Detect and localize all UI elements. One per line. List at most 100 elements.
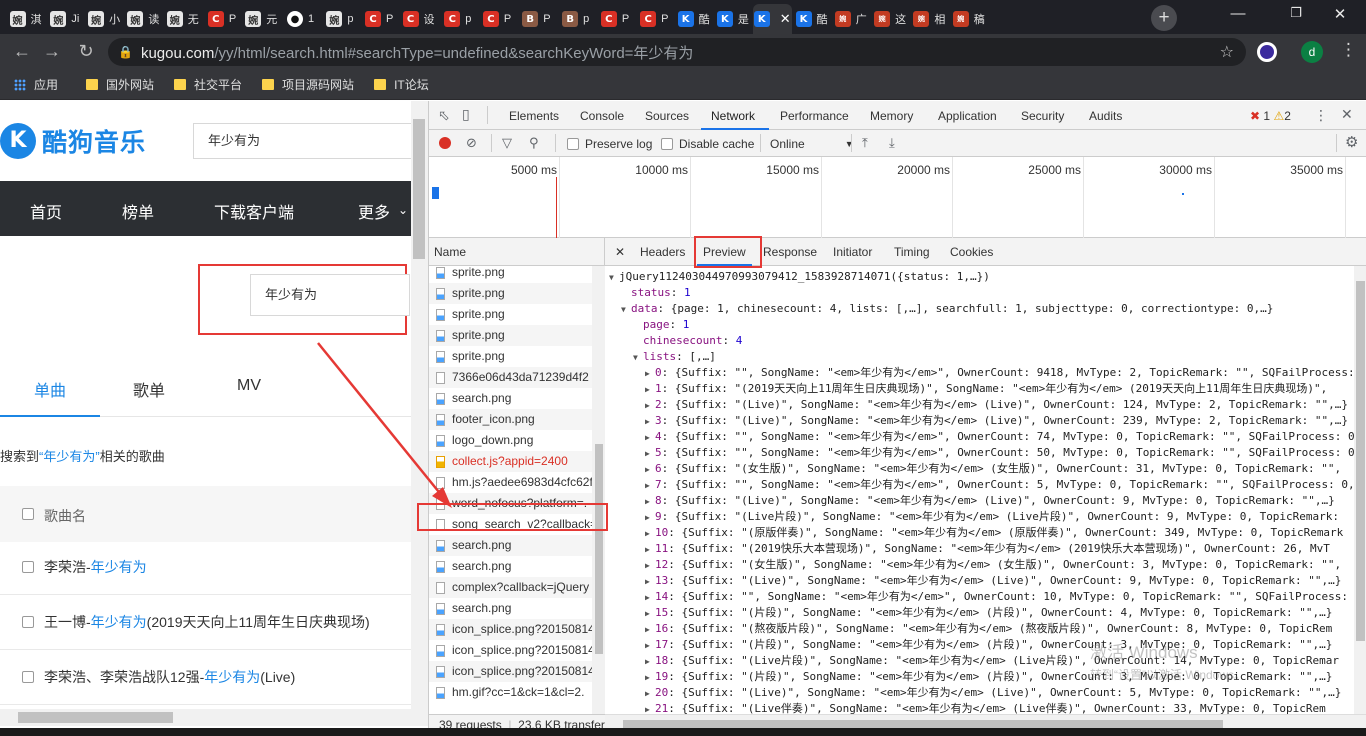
address-bar[interactable]: 🔒 kugou.com/yy/html/search.html#searchTy…	[108, 38, 1246, 66]
profile-avatar[interactable]: d	[1301, 41, 1323, 63]
browser-tab[interactable]: K酷	[792, 4, 831, 34]
song-checkbox[interactable]	[22, 616, 34, 628]
request-row[interactable]: hm.js?aedee6983d4cfc62f	[429, 472, 592, 493]
request-row[interactable]: search.png	[429, 535, 592, 556]
browser-tab[interactable]: CP	[478, 4, 517, 34]
request-row[interactable]: search.png	[429, 556, 592, 577]
bookmark-folder[interactable]: IT论坛	[374, 76, 429, 93]
reload-icon[interactable]: ↻	[76, 41, 96, 62]
browser-tab[interactable]: Cp	[438, 4, 477, 34]
checkbox[interactable]	[661, 138, 673, 150]
collapsed-triangle-icon[interactable]: ▶	[645, 606, 655, 622]
tab-application[interactable]: Application	[938, 109, 997, 123]
chrome-menu-icon[interactable]: ⋮	[1340, 40, 1357, 60]
clear-icon[interactable]: ⊘	[466, 135, 477, 151]
request-row[interactable]: sprite.png	[429, 346, 592, 367]
preserve-log-checkbox[interactable]: Preserve log	[567, 137, 652, 151]
maximize-button[interactable]: ❐	[1276, 5, 1316, 21]
request-row[interactable]: complex?callback=jQuery	[429, 577, 592, 598]
browser-tab[interactable]: K ✕	[752, 4, 792, 34]
back-icon[interactable]: ←	[12, 41, 32, 62]
close-devtools-icon[interactable]: ✕	[1341, 106, 1353, 123]
collapsed-triangle-icon[interactable]: ▶	[645, 590, 655, 606]
tab-songs[interactable]: 单曲	[34, 377, 66, 401]
song-row[interactable]: 李荣浩 - 年少有为	[0, 540, 411, 595]
song-row[interactable]: 李荣浩、李荣浩战队12强 - 年少有为 (Live)	[0, 650, 411, 705]
inspect-element-icon[interactable]: ⬁	[438, 107, 450, 124]
header-search-input[interactable]: 年少有为	[193, 123, 413, 159]
chevron-down-icon[interactable]: ⌄	[398, 203, 408, 217]
page-vertical-scrollbar[interactable]	[411, 101, 428, 711]
search-icon[interactable]: ⚲	[529, 135, 539, 151]
browser-tab[interactable]: C设	[399, 4, 438, 34]
import-har-icon[interactable]: ⤒	[862, 135, 868, 151]
tab-memory[interactable]: Memory	[870, 109, 913, 123]
json-line[interactable]: ▶ 0: {Suffix: "", SongName: "<em>年少有为</em…	[645, 365, 1366, 381]
network-overview-timeline[interactable]: 5000 ms 10000 ms 15000 ms 20000 ms 25000…	[429, 157, 1366, 238]
json-line[interactable]: ▶ 10: {Suffix: "(原版伴奏)", SongName: "<em>年…	[645, 525, 1343, 541]
request-row[interactable]: sprite.png	[429, 304, 592, 325]
collapsed-triangle-icon[interactable]: ▶	[645, 670, 655, 686]
json-line[interactable]: ▶ 8: {Suffix: "(Live)", SongName: "<em>年少…	[645, 493, 1335, 509]
browser-tab[interactable]: CP	[203, 4, 242, 34]
song-singer[interactable]: 王一博	[44, 612, 86, 632]
json-line[interactable]: ▼ jQuery112403044970993079412_15839287140…	[609, 269, 990, 285]
browser-tab[interactable]: 婉淇	[6, 4, 45, 34]
request-row[interactable]: footer_icon.png	[429, 409, 592, 430]
collapsed-triangle-icon[interactable]: ▶	[645, 414, 655, 430]
record-icon[interactable]	[439, 137, 451, 149]
json-line[interactable]: ▼ data: {page: 1, chinesecount: 4, lists:…	[621, 301, 1273, 317]
json-line[interactable]: ▶ 13: {Suffix: "(Live)", SongName: "<em>年…	[645, 573, 1341, 589]
request-row[interactable]: sprite.png	[429, 325, 592, 346]
request-row[interactable]: hm.gif?cc=1&ck=1&cl=2.	[429, 682, 592, 703]
song-singer[interactable]: 李荣浩、李荣浩战队12强	[44, 667, 200, 687]
browser-tab[interactable]: CP	[360, 4, 399, 34]
extension-icon[interactable]	[1257, 42, 1277, 62]
close-tab-icon[interactable]: ✕	[780, 11, 791, 27]
bookmark-folder[interactable]: 项目源码网站	[262, 76, 354, 93]
tab-network[interactable]: Network	[711, 109, 755, 123]
throttle-select[interactable]: Online ▼	[770, 137, 854, 151]
json-line[interactable]: ▶ 2: {Suffix: "(Live)", SongName: "<em>年少…	[645, 397, 1348, 413]
nav-more[interactable]: 更多	[358, 199, 390, 223]
request-list-scrollbar[interactable]	[592, 266, 605, 714]
bookmark-star-icon[interactable]: ☆	[1220, 42, 1234, 62]
scroll-thumb[interactable]	[413, 119, 425, 259]
json-line[interactable]: ▶ 20: {Suffix: "(Live)", SongName: "<em>年…	[645, 685, 1341, 701]
collapsed-triangle-icon[interactable]: ▶	[645, 430, 655, 446]
browser-tab[interactable]: K酷	[674, 4, 713, 34]
browser-tab[interactable]: K是	[713, 4, 752, 34]
nav-home[interactable]: 首页	[30, 199, 62, 223]
bookmark-folder[interactable]: 国外网站	[86, 76, 154, 93]
minimize-button[interactable]: —	[1218, 5, 1258, 22]
browser-tab[interactable]: 婉小	[85, 4, 124, 34]
json-line[interactable]: ▶ 3: {Suffix: "(Live)", SongName: "<em>年少…	[645, 413, 1348, 429]
collapsed-triangle-icon[interactable]: ▶	[645, 510, 655, 526]
request-row[interactable]: 7366e06d43da71239d4f2	[429, 367, 592, 388]
json-line[interactable]: ▶ 12: {Suffix: "(女生版)", SongName: "<em>年少…	[645, 557, 1341, 573]
collapsed-triangle-icon[interactable]: ▶	[645, 462, 655, 478]
kugou-logo[interactable]: K 酷狗音乐	[0, 123, 146, 159]
collapsed-triangle-icon[interactable]: ▶	[645, 478, 655, 494]
json-line[interactable]: ▶ 15: {Suffix: "(片段)", SongName: "<em>年少有…	[645, 605, 1332, 621]
browser-tab[interactable]: 婉元	[242, 4, 281, 34]
tab-response[interactable]: Response	[763, 245, 817, 259]
collapsed-triangle-icon[interactable]: ▶	[645, 398, 655, 414]
song-title[interactable]: 年少有为	[91, 612, 147, 632]
select-all-checkbox[interactable]	[22, 508, 34, 520]
browser-tab[interactable]: 婉 Ji	[45, 4, 84, 34]
tab-cookies[interactable]: Cookies	[950, 245, 993, 259]
export-har-icon[interactable]: ⤓	[889, 135, 895, 151]
devtools-menu-icon[interactable]: ⋮	[1314, 107, 1328, 124]
settings-gear-icon[interactable]: ⚙	[1345, 133, 1358, 151]
request-row[interactable]: collect.js?appid=2400	[429, 451, 592, 472]
tab-timing[interactable]: Timing	[894, 245, 930, 259]
json-line[interactable]: ▶ 5: {Suffix: "", SongName: "<em>年少有为</em…	[645, 445, 1361, 461]
collapsed-triangle-icon[interactable]: ▶	[645, 526, 655, 542]
json-line[interactable]: ▶ 21: {Suffix: "(Live伴奏)", SongName: "<em…	[645, 701, 1326, 714]
browser-tab[interactable]: CP	[635, 4, 674, 34]
collapsed-triangle-icon[interactable]: ▶	[645, 382, 655, 398]
request-row[interactable]: icon_splice.png?20150814	[429, 619, 592, 640]
song-row[interactable]: 王一博 - 年少有为 (2019天天向上11周年生日庆典现场)	[0, 595, 411, 650]
json-line[interactable]: ▶ 6: {Suffix: "(女生版)", SongName: "<em>年少有…	[645, 461, 1341, 477]
